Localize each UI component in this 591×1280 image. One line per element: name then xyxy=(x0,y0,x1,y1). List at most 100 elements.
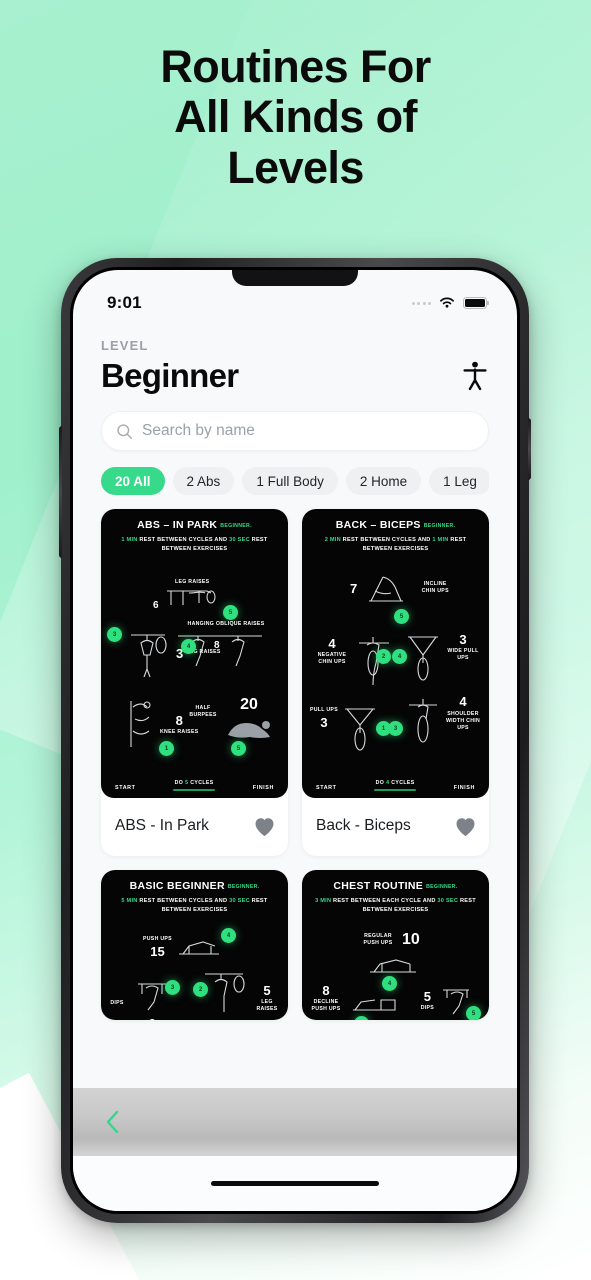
headline-line: All Kinds of xyxy=(174,91,417,143)
exercise-reps: 8 xyxy=(214,640,220,651)
exercise-item: 6 LEG RAISES xyxy=(153,579,221,611)
search-input[interactable] xyxy=(142,422,474,440)
card-footer: Back - Biceps xyxy=(302,798,489,856)
home-indicator-area xyxy=(73,1156,517,1211)
poster-level-badge: BEGINNER. xyxy=(220,522,252,529)
exercise-figure-icon xyxy=(205,973,245,1012)
exercise-reps: 4 xyxy=(459,694,467,709)
poster-cycles: DO 4 CYCLES xyxy=(374,780,417,791)
poster-cycles: DO 5 CYCLES xyxy=(173,780,216,791)
exercise-name: DECLINE PUSH UPS xyxy=(311,999,341,1013)
routine-card-basic-beginner[interactable]: BASIC BEGINNER BEGINNER. 5 MIN REST BETWE… xyxy=(101,870,288,1020)
status-indicators xyxy=(411,296,489,310)
phone-screen: 9:01 LEVEL Beginner Search by name 20 Al… xyxy=(73,270,517,1211)
routine-poster: BACK – BICEPS BEGINNER. 2 MIN REST BETWEE… xyxy=(302,509,489,798)
poster-level-badge: BEGINNER. xyxy=(426,883,458,890)
accessibility-person-icon[interactable] xyxy=(461,361,489,391)
phone-volume-button[interactable] xyxy=(59,426,62,558)
search-icon xyxy=(117,423,133,439)
exercise-name: REGULAR PUSH UPS xyxy=(363,932,393,946)
exercise-reps: 15 xyxy=(150,944,165,959)
exercise-figure-icon xyxy=(369,576,404,602)
exercise-item: 7 INCLINE CHIN UPS xyxy=(350,571,453,605)
signal-dots-icon xyxy=(411,301,431,305)
poster-rest-info: 1 MIN REST BETWEEN CYCLES AND 30 SEC RES… xyxy=(121,537,268,552)
filter-chip-2-home[interactable]: 2 Home xyxy=(345,467,422,495)
page-title: Beginner xyxy=(101,357,239,394)
exercise-name: SHOULDER WIDTH CHIN UPS xyxy=(445,711,481,732)
exercise-name: PUSH UPS xyxy=(143,935,172,942)
exercise-figure-icon xyxy=(370,959,416,973)
exercise-step-badge: 3 xyxy=(107,627,122,642)
exercise-figure-icon xyxy=(353,999,396,1011)
promo-screenshot: Routines For All Kinds of Levels 9:01 LE… xyxy=(0,0,591,1280)
poster-title: ABS – IN PARK BEGINNER. xyxy=(137,519,252,531)
exercise-reps: 3 xyxy=(459,632,467,647)
exercise-figure-icon xyxy=(131,634,167,678)
routine-card-back-biceps[interactable]: BACK – BICEPS BEGINNER. 2 MIN REST BETWEE… xyxy=(302,509,489,856)
filter-chip-2-abs[interactable]: 2 Abs xyxy=(172,467,235,495)
phone-bezel: 9:01 LEVEL Beginner Search by name 20 Al… xyxy=(70,267,520,1214)
phone-notch xyxy=(232,270,358,286)
poster-start-label: START xyxy=(115,785,136,791)
poster-title: BACK – BICEPS BEGINNER. xyxy=(335,519,456,531)
exercise-item: PULL UPS 3 xyxy=(310,701,379,757)
poster-finish-label: FINISH xyxy=(252,785,274,791)
home-indicator[interactable] xyxy=(211,1181,379,1186)
exercise-reps: 20 xyxy=(240,696,258,713)
exercise-step-badge: 5 xyxy=(466,1006,481,1020)
poster-footer: START DO 4 CYCLES FINISH xyxy=(302,780,489,791)
heart-icon[interactable] xyxy=(253,816,276,837)
filter-chip-1-leg[interactable]: 1 Leg xyxy=(429,467,489,495)
level-eyebrow: LEVEL xyxy=(101,338,149,353)
exercise-item: PUSH UPS 15 xyxy=(143,934,223,960)
filter-chip-list[interactable]: 20 All 2 Abs 1 Full Body 2 Home 1 Leg xyxy=(101,467,489,495)
exercise-figure-icon xyxy=(178,941,219,955)
exercise-figure-icon xyxy=(228,721,270,738)
exercise-name: PULL UPS xyxy=(310,707,338,713)
poster-title: BASIC BEGINNER BEGINNER. xyxy=(129,880,260,892)
exercise-name: HANGING OBLIQUE RAISES xyxy=(187,621,265,627)
routine-card-chest-routine[interactable]: CHEST ROUTINE BEGINNER. 3 MIN REST BETWEE… xyxy=(302,870,489,1020)
phone-power-button[interactable] xyxy=(528,418,531,480)
exercise-reps: 6 xyxy=(153,600,159,611)
routine-poster: ABS – IN PARK BEGINNER. 1 MIN REST BETWEE… xyxy=(101,509,288,798)
exercise-step-badge: 5 xyxy=(394,609,409,624)
exercise-step-badge: 2 xyxy=(193,982,208,997)
exercise-step-badge: 4 xyxy=(392,649,407,664)
exercise-step-badge: 5 xyxy=(223,605,238,620)
exercise-step-badge: 3 xyxy=(165,980,180,995)
search-bar[interactable] xyxy=(101,411,489,451)
exercise-reps: 7 xyxy=(350,580,358,596)
poster-level-badge: BEGINNER. xyxy=(227,883,260,890)
poster-rest-info: 3 MIN REST BETWEEN EACH CYCLE AND 30 SEC… xyxy=(315,898,476,913)
back-chevron-icon[interactable] xyxy=(103,1109,123,1135)
exercise-name: WIDE PULL UPS xyxy=(447,648,479,662)
poster-title: CHEST ROUTINE BEGINNER. xyxy=(333,880,458,892)
routine-name: ABS - In Park xyxy=(115,817,209,835)
status-time: 9:01 xyxy=(107,293,142,312)
exercise-name: DIPS xyxy=(420,1005,434,1011)
exercise-figure-icon xyxy=(408,636,438,681)
routine-card-abs-in-park[interactable]: ABS – IN PARK BEGINNER. 1 MIN REST BETWEE… xyxy=(101,509,288,856)
card-footer: ABS - In Park xyxy=(101,798,288,856)
exercise-name: INCLINE CHIN UPS xyxy=(421,580,449,594)
exercise-item: 4 SHOULDER WIDTH CHIN UPS xyxy=(407,695,485,753)
exercise-name: DIPS xyxy=(110,1000,124,1007)
exercise-step-badge: 4 xyxy=(221,928,236,943)
exercise-reps: 3 xyxy=(320,715,328,731)
routine-card-grid: ABS – IN PARK BEGINNER. 1 MIN REST BETWEE… xyxy=(101,509,489,1020)
filter-chip-20-all[interactable]: 20 All xyxy=(101,467,165,495)
system-navigation-bar[interactable] xyxy=(73,1088,517,1156)
headline-line: Levels xyxy=(227,141,364,193)
exercise-item: REGULAR PUSH UPS 10 xyxy=(358,932,420,948)
poster-progress-bar xyxy=(173,789,216,791)
routine-poster: BASIC BEGINNER BEGINNER. 5 MIN REST BETWE… xyxy=(101,870,288,1020)
exercise-name: LEG RAISES xyxy=(256,999,278,1013)
heart-icon[interactable] xyxy=(454,816,477,837)
promo-headline: Routines For All Kinds of Levels xyxy=(0,41,591,193)
exercise-figure-icon xyxy=(409,699,437,743)
exercise-item: 3 WIDE PULL UPS xyxy=(404,629,481,685)
exercise-reps: 10 xyxy=(402,931,420,948)
filter-chip-1-full-body[interactable]: 1 Full Body xyxy=(242,467,338,495)
